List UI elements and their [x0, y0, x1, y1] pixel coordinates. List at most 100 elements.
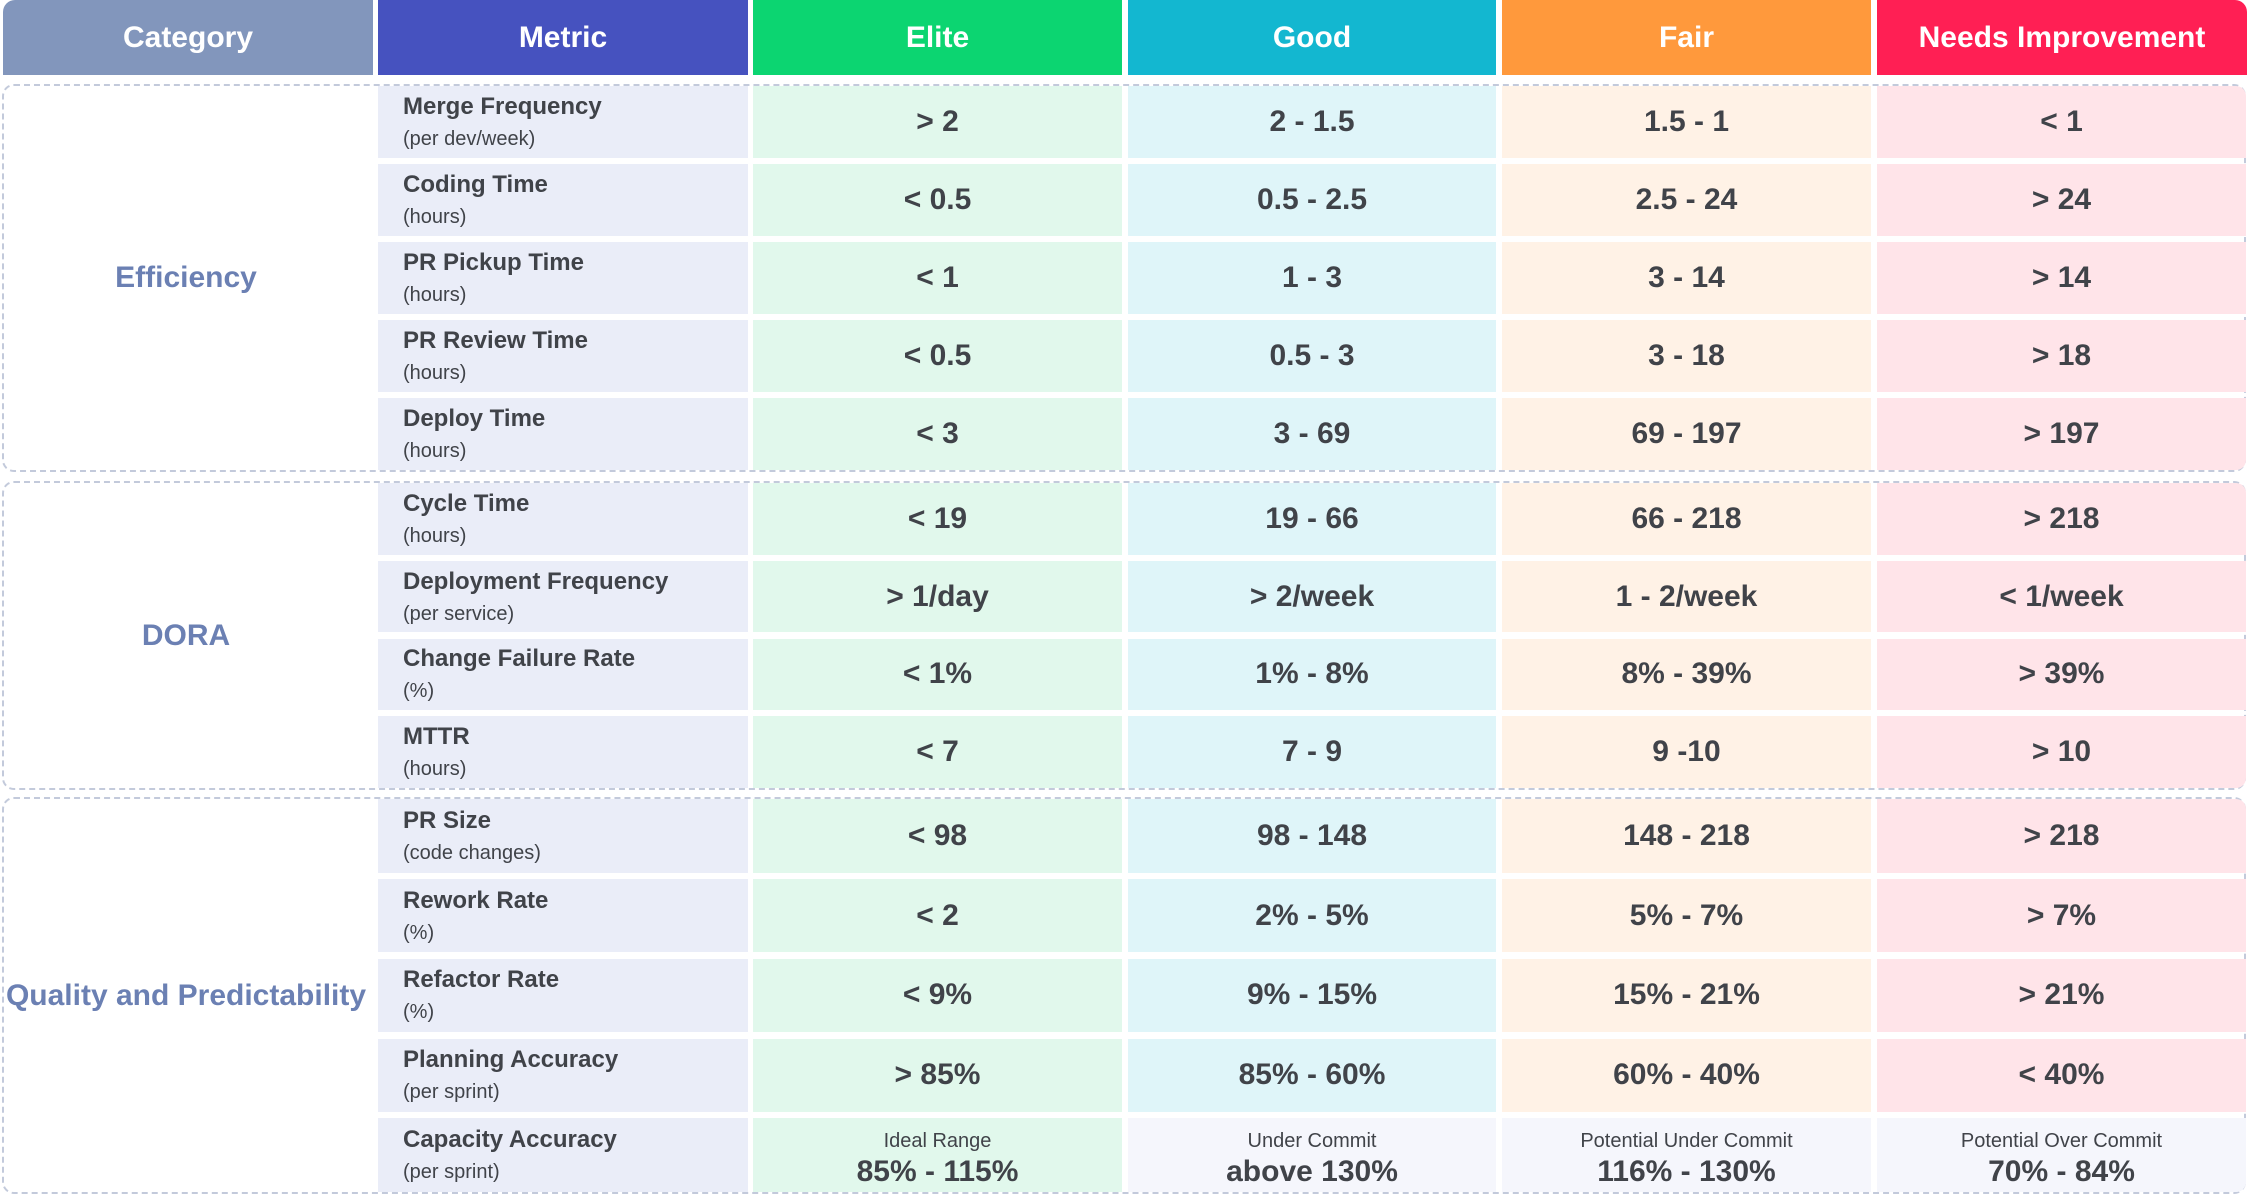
needs-value: > 7%	[2026, 898, 2097, 932]
good-value: 7 - 9	[1281, 735, 1343, 769]
fair-value-cell: 5% - 7%	[1502, 878, 1871, 953]
metric-name: PR Pickup Time	[403, 248, 584, 276]
metric-unit: (%)	[403, 680, 435, 703]
good-value-cell: Under Commit above 130%	[1128, 1118, 1496, 1192]
metric-cell: Change Failure Rate (%)	[378, 638, 748, 711]
needs-value: > 218	[2023, 501, 2100, 535]
fair-value-cell: 3 - 18	[1502, 320, 1871, 392]
elite-value: < 7	[916, 735, 959, 769]
elite-value-cell: > 2	[753, 86, 1122, 158]
elite-value: < 0.5	[903, 339, 972, 373]
metric-name: Planning Accuracy	[403, 1046, 619, 1074]
elite-value: > 1/day	[886, 579, 989, 613]
fair-value: 9 -10	[1652, 735, 1721, 769]
fair-value: 148 - 218	[1623, 818, 1750, 852]
metric-name: PR Size	[403, 806, 492, 834]
needs-value: < 40%	[2018, 1058, 2105, 1092]
elite-value-cell: < 1%	[753, 638, 1122, 711]
metric-cell: Cycle Time (hours)	[378, 483, 748, 555]
good-value-cell: > 2/week	[1128, 560, 1496, 633]
good-value-cell: 19 - 66	[1128, 483, 1496, 555]
metric-unit: (hours)	[403, 440, 467, 463]
fair-value: 3 - 14	[1648, 260, 1725, 294]
needs-value-cell: > 39%	[1877, 638, 2246, 711]
metric-name: Change Failure Rate	[403, 645, 636, 673]
fair-value: 69 - 197	[1631, 417, 1742, 451]
needs-value-cell: < 1/week	[1877, 560, 2246, 633]
good-value: > 2/week	[1249, 579, 1375, 613]
good-caption: Under Commit	[1247, 1129, 1377, 1152]
good-value-cell: 0.5 - 3	[1128, 320, 1496, 392]
needs-value-cell: > 10	[1877, 716, 2246, 788]
metric-cell: Planning Accuracy (per sprint)	[378, 1038, 748, 1113]
needs-value: < 1	[2040, 104, 2083, 138]
elite-value: < 3	[916, 417, 959, 451]
fair-caption: Potential Under Commit	[1580, 1129, 1793, 1152]
elite-value-cell: < 2	[753, 878, 1122, 953]
metric-unit: (%)	[403, 921, 435, 944]
elite-value: < 2	[916, 898, 959, 932]
good-value-cell: 3 - 69	[1128, 398, 1496, 470]
needs-value-cell: > 21%	[1877, 958, 2246, 1033]
good-value: 85% - 60%	[1238, 1058, 1386, 1092]
needs-value: > 18	[2031, 339, 2092, 373]
metric-name: Deploy Time	[403, 405, 546, 433]
metric-cell: Deployment Frequency (per service)	[378, 560, 748, 633]
good-value: 3 - 69	[1273, 417, 1351, 451]
metric-cell: PR Pickup Time (hours)	[378, 242, 748, 314]
fair-value: 60% - 40%	[1613, 1058, 1760, 1092]
metric-name: Merge Frequency	[403, 92, 602, 120]
needs-value: < 1/week	[1999, 579, 2124, 613]
fair-value-cell: 9 -10	[1502, 716, 1871, 788]
metric-cell: PR Size (code changes)	[378, 799, 748, 873]
metric-unit: (%)	[403, 1001, 435, 1024]
metric-unit: (per service)	[403, 602, 515, 625]
needs-value-cell: > 218	[1877, 799, 2246, 873]
metric-unit: (hours)	[403, 283, 467, 306]
good-value-cell: 9% - 15%	[1128, 958, 1496, 1033]
elite-value: < 1	[916, 260, 959, 294]
metric-name: Refactor Rate	[403, 966, 560, 994]
good-value: 19 - 66	[1265, 501, 1359, 535]
metric-unit: (per sprint)	[403, 1161, 500, 1184]
metric-unit: (code changes)	[403, 841, 541, 864]
metric-name: Capacity Accuracy	[403, 1126, 617, 1154]
needs-value-cell: > 7%	[1877, 878, 2246, 953]
needs-value-cell: < 40%	[1877, 1038, 2246, 1113]
metric-cell: Merge Frequency (per dev/week)	[378, 86, 748, 158]
elite-value-cell: Ideal Range 85% - 115%	[753, 1118, 1122, 1192]
needs-value: > 218	[2023, 818, 2100, 852]
needs-caption: Potential Over Commit	[1960, 1129, 2163, 1152]
needs-value: > 39%	[2018, 657, 2105, 691]
header-good: Good	[1128, 0, 1496, 75]
category-label: DORA	[141, 618, 231, 652]
good-value: 1% - 8%	[1255, 657, 1369, 691]
needs-value: 70% - 84%	[1988, 1154, 2135, 1188]
good-value: 2% - 5%	[1255, 898, 1369, 932]
needs-value-cell: < 1	[1877, 86, 2246, 158]
good-value: 98 - 148	[1256, 818, 1368, 852]
fair-value-cell: 3 - 14	[1502, 242, 1871, 314]
fair-value-cell: Potential Under Commit 116% - 130%	[1502, 1118, 1871, 1192]
needs-value-cell: > 24	[1877, 164, 2246, 236]
metric-cell: Deploy Time (hours)	[378, 398, 748, 470]
good-value-cell: 2% - 5%	[1128, 878, 1496, 953]
elite-value-cell: < 3	[753, 398, 1122, 470]
fair-value: 1.5 - 1	[1643, 104, 1730, 138]
needs-value: > 14	[2031, 260, 2092, 294]
metric-unit: (per dev/week)	[403, 127, 536, 150]
fair-value: 116% - 130%	[1597, 1154, 1776, 1188]
metric-unit: (per sprint)	[403, 1081, 500, 1104]
fair-value-cell: 2.5 - 24	[1502, 164, 1871, 236]
metric-name: PR Review Time	[403, 327, 588, 355]
metric-unit: (hours)	[403, 362, 467, 385]
category-label: Quality and Predictability	[5, 978, 367, 1012]
good-value: 0.5 - 3	[1269, 339, 1355, 373]
fair-value: 15% - 21%	[1613, 978, 1760, 1012]
metric-name: MTTR	[403, 723, 470, 751]
elite-value-cell: < 98	[753, 799, 1122, 873]
elite-value: < 9%	[902, 978, 973, 1012]
good-value-cell: 7 - 9	[1128, 716, 1496, 788]
good-value: 9% - 15%	[1246, 978, 1378, 1012]
metric-cell: Refactor Rate (%)	[378, 958, 748, 1033]
